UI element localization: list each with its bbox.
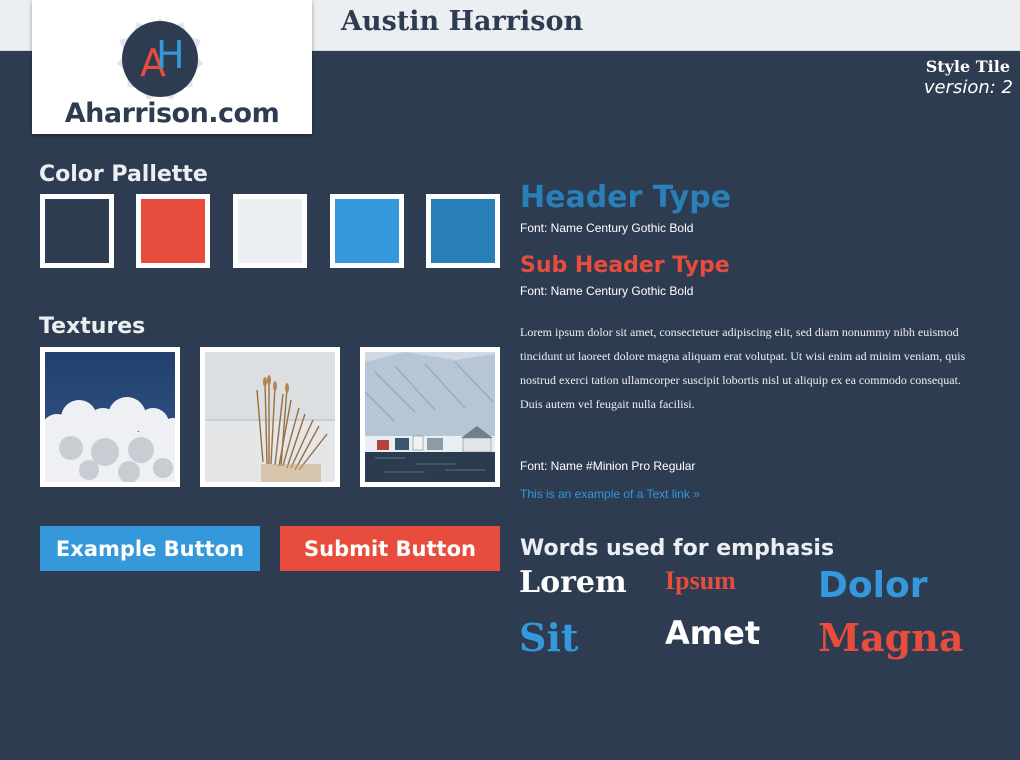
subheader-type-sample: Sub Header Type <box>520 253 730 278</box>
logo-text: Aharrison.com <box>64 98 280 129</box>
example-button[interactable]: Example Button <box>40 526 260 571</box>
body-copy-sample: Lorem ipsum dolor sit amet, consectetuer… <box>520 325 966 411</box>
text-link-example[interactable]: This is an example of a Text link » <box>520 487 700 501</box>
site-name: Austin Harrison <box>341 6 584 37</box>
color-swatch <box>330 194 404 268</box>
color-swatch <box>426 194 500 268</box>
emphasis-word-sit: Sit <box>519 615 579 660</box>
harbor-town-texture <box>360 347 500 487</box>
reeds-image <box>205 352 335 482</box>
emphasis-word-ipsum: Ipsum <box>665 566 736 595</box>
body-font-note: Font: Name #Minion Pro Regular <box>520 459 696 473</box>
swatch-fill <box>141 199 205 263</box>
emphasis-word-lorem: Lorem <box>519 565 627 600</box>
version-label: version: 2 <box>923 77 1013 98</box>
monogram-badge-icon: A H <box>117 18 203 100</box>
submit-button[interactable]: Submit Button <box>280 526 500 571</box>
clouds-texture <box>40 347 180 487</box>
header-type-sample: Header Type <box>520 180 732 215</box>
color-swatch <box>233 194 307 268</box>
reeds-texture <box>200 347 340 487</box>
style-tile-label: Style Tile <box>925 57 1010 76</box>
emphasis-title: Words used for emphasis <box>520 536 835 561</box>
color-swatch <box>40 194 114 268</box>
header-font-note: Font: Name Century Gothic Bold <box>520 221 694 235</box>
emphasis-word-amet: Amet <box>665 614 761 652</box>
swatch-fill <box>431 199 495 263</box>
svg-text:H: H <box>156 33 185 77</box>
swatch-fill <box>238 199 302 263</box>
clouds-image <box>45 352 175 482</box>
swatch-fill <box>45 199 109 263</box>
swatch-fill <box>335 199 399 263</box>
emphasis-word-magna: Magna <box>818 615 964 660</box>
textures-title: Textures <box>39 314 146 339</box>
color-swatch <box>136 194 210 268</box>
logo[interactable]: A H Aharrison.com <box>32 0 312 134</box>
emphasis-word-dolor: Dolor <box>818 565 928 606</box>
harbor-town-image <box>365 352 495 482</box>
color-palette-title: Color Pallette <box>39 162 208 187</box>
subheader-font-note: Font: Name Century Gothic Bold <box>520 284 694 298</box>
